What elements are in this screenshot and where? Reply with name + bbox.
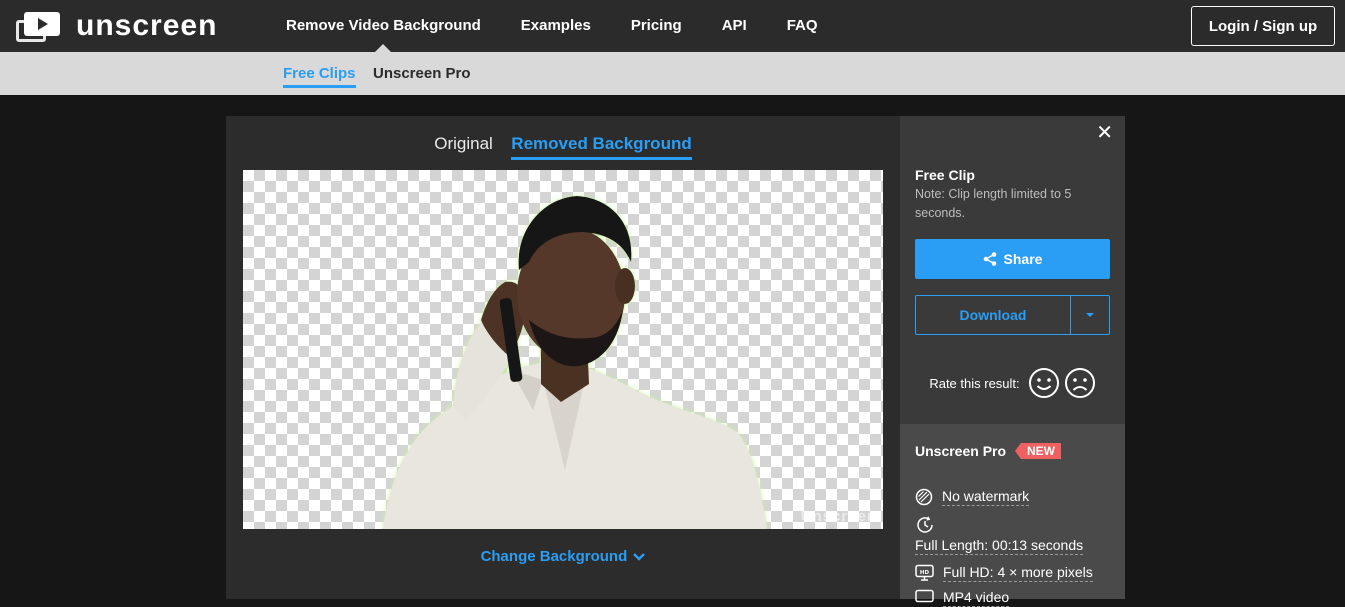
feature-label: No watermark xyxy=(942,488,1030,506)
feature-label: Full Length: 00:13 seconds xyxy=(915,537,1084,555)
close-icon[interactable]: ✕ xyxy=(1096,120,1113,145)
feature-mp4-video: MP4 video xyxy=(915,589,1010,607)
tab-removed-background[interactable]: Removed Background xyxy=(511,134,692,160)
editor-panel: Original Removed Background Unscreen Cha… xyxy=(226,116,900,599)
top-navigation-bar: unscreen Remove Video Background Example… xyxy=(0,0,1345,52)
nav-examples[interactable]: Examples xyxy=(521,0,591,52)
new-badge: NEW xyxy=(1015,443,1061,459)
feature-full-hd: HD Full HD: 4 × more pixels xyxy=(915,564,1093,582)
play-logo-icon xyxy=(16,10,62,42)
rate-label: Rate this result: xyxy=(929,375,1020,391)
share-label: Share xyxy=(1003,251,1043,267)
subnav-free-clips[interactable]: Free Clips xyxy=(283,65,356,88)
clock-icon xyxy=(917,516,933,533)
caret-down-icon xyxy=(1086,313,1094,317)
share-icon xyxy=(983,252,996,266)
clip-length-note: Note: Clip length limited to 5 seconds. xyxy=(915,187,1072,220)
share-button[interactable]: Share xyxy=(915,239,1110,279)
feature-label: MP4 video xyxy=(943,589,1010,607)
brand-logo[interactable]: unscreen xyxy=(16,10,217,42)
change-background-label: Change Background xyxy=(480,548,628,565)
nav-faq[interactable]: FAQ xyxy=(787,0,818,52)
smile-icon[interactable] xyxy=(1028,367,1060,399)
hd-icon: HD xyxy=(915,564,934,581)
sub-navigation: Free Clips Unscreen Pro xyxy=(0,52,1345,95)
unscreen-pro-panel: Unscreen Pro NEW No watermark Full Lengt… xyxy=(900,424,1125,607)
pro-title: Unscreen Pro xyxy=(915,443,1007,459)
feature-clock xyxy=(915,515,944,535)
login-signup-button[interactable]: Login / Sign up xyxy=(1191,6,1335,46)
result-preview: Unscreen xyxy=(243,170,883,529)
chevron-down-icon xyxy=(633,553,646,561)
nav-api[interactable]: API xyxy=(722,0,747,52)
frown-icon[interactable] xyxy=(1064,367,1096,399)
tab-original[interactable]: Original xyxy=(434,134,493,157)
nav-pricing[interactable]: Pricing xyxy=(631,0,682,52)
download-control: Download xyxy=(915,295,1110,335)
result-sidebar: ✕ Free Clip Note: Clip length limited to… xyxy=(900,116,1125,607)
brand-name: unscreen xyxy=(76,9,218,42)
watermark: Unscreen xyxy=(800,508,877,525)
nav-remove-video-background[interactable]: Remove Video Background xyxy=(286,0,481,52)
feature-no-watermark: No watermark xyxy=(915,488,1030,506)
free-clip-title: Free Clip xyxy=(915,167,975,183)
feature-label: Full HD: 4 × more pixels xyxy=(943,564,1093,582)
feature-full-length: Full Length: 00:13 seconds xyxy=(915,537,1084,555)
video-icon xyxy=(915,589,934,603)
subnav-unscreen-pro[interactable]: Unscreen Pro xyxy=(373,65,471,85)
svg-text:HD: HD xyxy=(920,570,930,576)
download-button[interactable]: Download xyxy=(916,296,1070,334)
main-nav: Remove Video Background Examples Pricing… xyxy=(286,0,858,52)
change-background-button[interactable]: Change Background xyxy=(226,548,900,565)
no-watermark-icon xyxy=(915,488,933,506)
download-options-toggle[interactable] xyxy=(1070,296,1109,334)
rate-result: Rate this result: xyxy=(900,367,1125,399)
view-tabs: Original Removed Background xyxy=(226,134,900,160)
subject-cutout-image xyxy=(383,196,767,529)
